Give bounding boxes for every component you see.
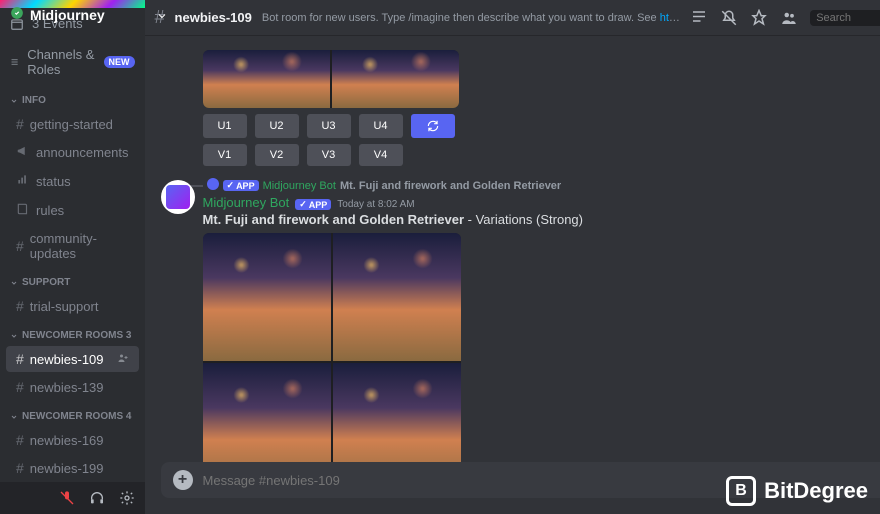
hash-icon: # (16, 460, 24, 476)
u3-button[interactable]: U3 (307, 114, 351, 138)
section-newcomer-4[interactable]: NEWCOMER ROOMS 4 (0, 401, 145, 426)
megaphone-icon (16, 144, 30, 161)
search-input[interactable] (816, 12, 880, 24)
channel-getting-started[interactable]: #getting-started (6, 111, 139, 137)
server-name: Midjourney (30, 7, 105, 23)
message-text: Mt. Fuji and firework and Golden Retriev… (203, 212, 880, 227)
mic-muted-icon[interactable] (59, 490, 75, 506)
signal-icon (16, 173, 30, 190)
message-input-area: + (145, 462, 880, 514)
hash-icon: # (16, 298, 24, 314)
channel-rules[interactable]: rules (6, 197, 139, 224)
channel-newbies-139[interactable]: #newbies-139 (6, 374, 139, 400)
reply-avatar-icon (207, 178, 219, 193)
upscale-buttons: U1 U2 U3 U4 (203, 114, 880, 138)
user-controls (0, 482, 145, 514)
timestamp: Today at 8:02 AM (337, 199, 414, 210)
search-box[interactable] (810, 10, 880, 26)
v4-button[interactable]: V4 (359, 144, 403, 166)
u2-button[interactable]: U2 (255, 114, 299, 138)
gear-icon[interactable] (119, 490, 135, 506)
variation-buttons: V1 V2 V3 V4 (203, 144, 880, 166)
v3-button[interactable]: V3 (307, 144, 351, 166)
channel-community-updates[interactable]: #community-updates (6, 226, 139, 266)
new-badge: NEW (104, 56, 135, 68)
image-cell[interactable] (333, 233, 461, 361)
image-cell[interactable] (333, 363, 461, 462)
channel-newbies-169[interactable]: #newbies-169 (6, 427, 139, 453)
attach-button[interactable]: + (173, 470, 193, 490)
reroll-button[interactable] (411, 114, 455, 138)
hash-icon: # (16, 238, 24, 254)
channel-newbies-109[interactable]: #newbies-109 (6, 346, 139, 372)
chevron-down-icon (10, 279, 18, 287)
threads-icon[interactable] (690, 9, 708, 27)
author-name[interactable]: Midjourney Bot (203, 195, 290, 210)
channel-topbar: # newbies-109 Bot room for new users. Ty… (145, 0, 880, 36)
server-verified-icon (10, 6, 24, 23)
u4-button[interactable]: U4 (359, 114, 403, 138)
generated-image-grid[interactable] (203, 233, 461, 462)
list-icon (10, 55, 19, 69)
image-cell[interactable] (203, 50, 330, 108)
channel-topic: Bot room for new users. Type /imagine th… (262, 12, 680, 24)
message: U1 U2 U3 U4 V1 V2 V3 V4 (161, 50, 880, 166)
u1-button[interactable]: U1 (203, 114, 247, 138)
headphones-icon[interactable] (89, 490, 105, 506)
app-tag: ✓ APP (223, 180, 259, 191)
image-cell[interactable] (332, 50, 459, 108)
main-chat: # newbies-109 Bot room for new users. Ty… (145, 0, 880, 514)
channels-roles-link[interactable]: Channels & Roles NEW (0, 39, 145, 85)
reply-reference[interactable]: ✓ APP Midjourney Bot Mt. Fuji and firewo… (203, 178, 880, 193)
v1-button[interactable]: V1 (203, 144, 247, 166)
channel-trial-support[interactable]: #trial-support (6, 293, 139, 319)
app-tag: ✓ APP (295, 199, 331, 210)
refresh-icon (426, 119, 440, 133)
channel-status[interactable]: status (6, 168, 139, 195)
channel-title: newbies-109 (175, 10, 252, 25)
chat-messages[interactable]: U1 U2 U3 U4 V1 V2 V3 V4 (145, 36, 880, 462)
message-input-box[interactable]: + (161, 462, 880, 498)
message: ✓ APP Midjourney Bot Mt. Fuji and firewo… (161, 178, 880, 462)
server-banner[interactable]: Midjourney (0, 0, 145, 8)
chevron-down-icon (156, 9, 168, 25)
hash-icon: # (16, 116, 24, 132)
members-icon[interactable] (780, 9, 798, 27)
section-support[interactable]: SUPPORT (0, 267, 145, 292)
channel-sidebar: Midjourney 3 Events Channels & Roles NEW… (0, 0, 145, 514)
image-cell[interactable] (203, 363, 331, 462)
image-cell[interactable] (203, 233, 331, 361)
generated-image-grid[interactable] (203, 50, 459, 108)
channel-announcements[interactable]: announcements (6, 139, 139, 166)
notifications-icon[interactable] (720, 9, 738, 27)
hash-icon: # (16, 379, 24, 395)
bot-avatar[interactable] (161, 180, 195, 214)
hash-icon: # (16, 351, 24, 367)
channel-newbies-199[interactable]: #newbies-199 (6, 455, 139, 481)
section-info[interactable]: INFO (0, 85, 145, 110)
v2-button[interactable]: V2 (255, 144, 299, 166)
chevron-down-icon (10, 97, 18, 105)
book-icon (16, 202, 30, 219)
section-newcomer-3[interactable]: NEWCOMER ROOMS 3 (0, 320, 145, 345)
pin-icon[interactable] (750, 9, 768, 27)
message-input[interactable] (203, 473, 880, 488)
chevron-down-icon (10, 332, 18, 340)
hash-icon: # (16, 432, 24, 448)
topic-link[interactable]: https://... (660, 12, 680, 24)
invite-icon[interactable] (117, 352, 129, 367)
chevron-down-icon (10, 413, 18, 421)
